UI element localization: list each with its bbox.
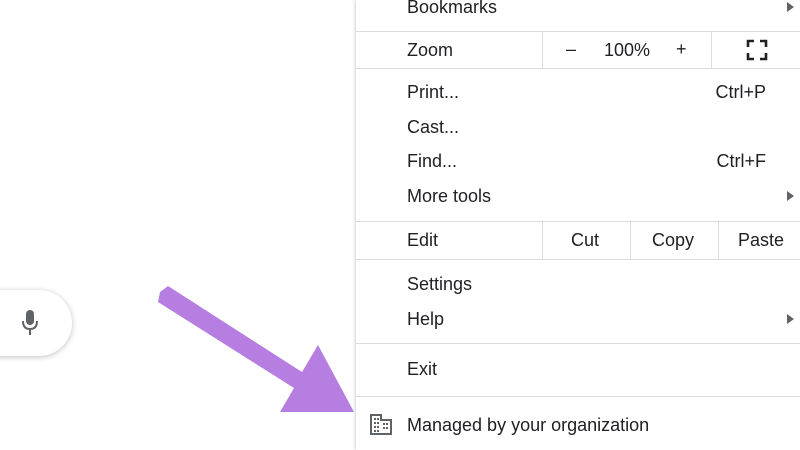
more-tools-label: More tools <box>407 185 492 206</box>
zoom-out-button[interactable]: – <box>566 39 576 60</box>
menu-item-print[interactable]: Print... Ctrl+P <box>356 75 800 109</box>
zoom-row: Zoom – 100% + <box>356 31 800 69</box>
submenu-arrow-icon <box>787 191 794 201</box>
cut-button[interactable]: Cut <box>542 230 628 251</box>
managed-by-org-item[interactable]: Managed by your organization <box>356 398 800 450</box>
separator <box>356 259 800 260</box>
menu-item-exit[interactable]: Exit <box>356 352 800 386</box>
chrome-menu: Bookmarks Zoom – 100% + Print... Ctrl+P … <box>356 0 800 450</box>
voice-search-box[interactable] <box>0 290 72 356</box>
submenu-arrow-icon <box>787 2 794 12</box>
exit-label: Exit <box>407 358 438 379</box>
settings-label: Settings <box>407 273 473 294</box>
edit-row: Edit Cut Copy Paste <box>356 221 800 259</box>
divider <box>542 31 543 69</box>
paste-button[interactable]: Paste <box>718 230 800 251</box>
building-icon <box>370 414 392 435</box>
zoom-in-button[interactable]: + <box>676 39 687 60</box>
menu-item-settings[interactable]: Settings <box>356 267 800 301</box>
find-shortcut: Ctrl+F <box>716 150 767 171</box>
menu-item-help[interactable]: Help <box>356 302 800 336</box>
browser-page <box>0 0 356 450</box>
menu-item-find[interactable]: Find... Ctrl+F <box>356 144 800 178</box>
mic-icon[interactable] <box>22 310 38 336</box>
submenu-arrow-icon <box>787 314 794 324</box>
bookmarks-label: Bookmarks <box>407 0 498 17</box>
separator <box>356 343 800 344</box>
managed-label: Managed by your organization <box>407 415 650 435</box>
divider <box>711 31 712 69</box>
menu-item-more-tools[interactable]: More tools <box>356 179 800 213</box>
cast-label: Cast... <box>407 116 460 137</box>
fullscreen-icon[interactable] <box>745 38 769 62</box>
zoom-label: Zoom <box>407 40 454 60</box>
copy-button[interactable]: Copy <box>630 230 716 251</box>
separator <box>356 68 800 69</box>
zoom-level: 100% <box>604 40 651 60</box>
print-shortcut: Ctrl+P <box>715 81 766 102</box>
edit-label: Edit <box>407 230 439 250</box>
separator <box>356 396 800 397</box>
help-label: Help <box>407 308 445 329</box>
find-label: Find... <box>407 150 458 171</box>
menu-item-cast[interactable]: Cast... <box>356 110 800 144</box>
print-label: Print... <box>407 81 460 102</box>
menu-item-bookmarks[interactable]: Bookmarks <box>356 0 800 24</box>
